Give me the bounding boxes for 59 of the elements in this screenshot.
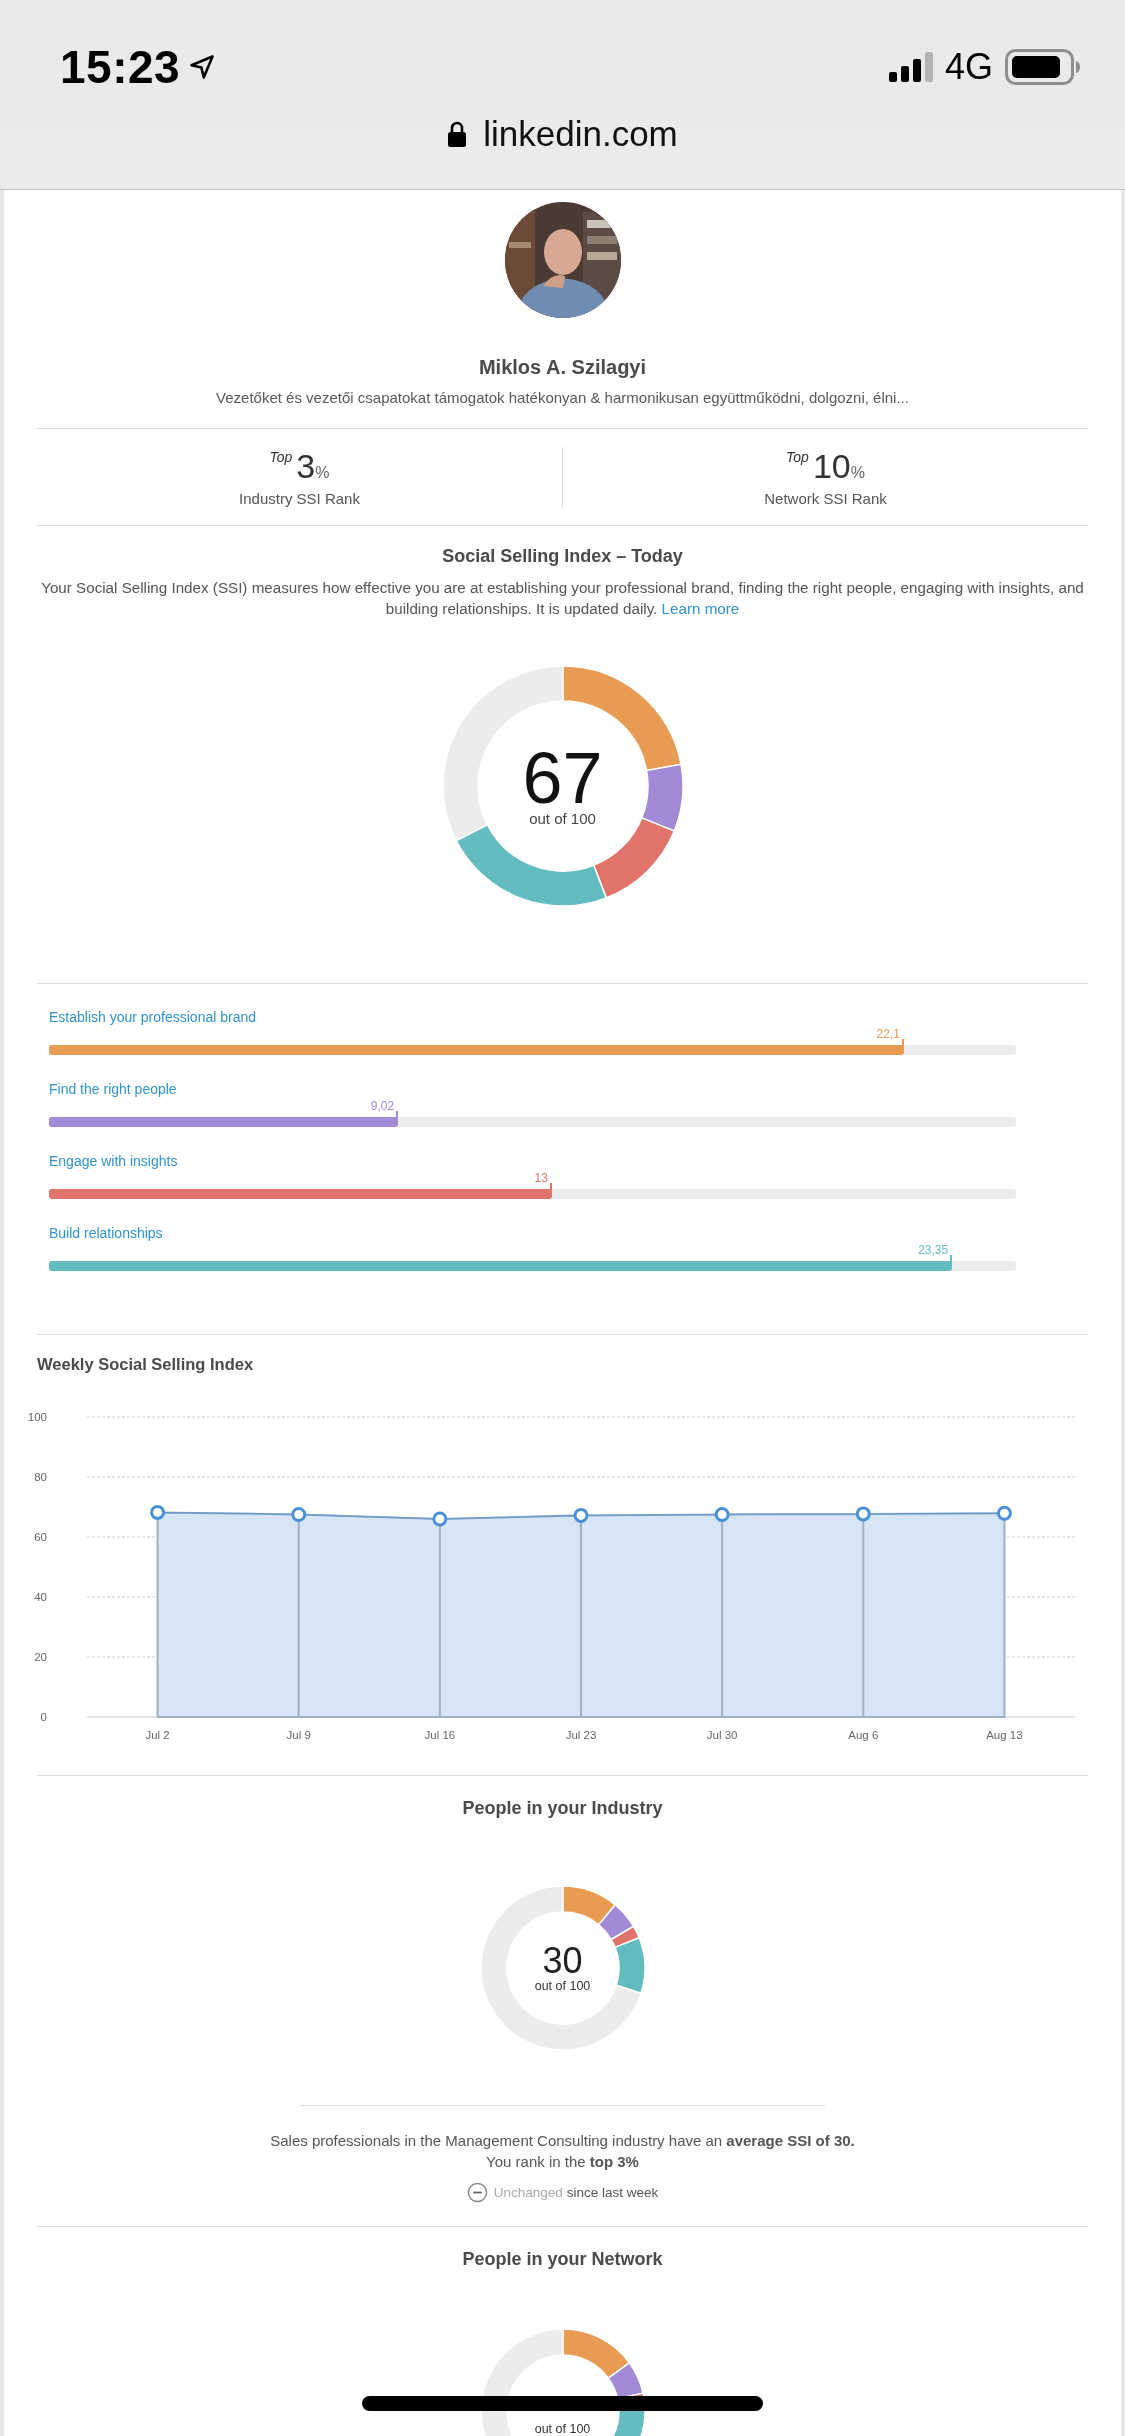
x-axis-label: Aug 13: [986, 1729, 1023, 1741]
home-indicator[interactable]: [362, 2396, 763, 2411]
data-point: [150, 1504, 166, 1520]
fill-marker: [950, 1255, 953, 1263]
ssi-score: 67: [522, 745, 603, 810]
ssi-description: Your Social Selling Index (SSI) measures how effective you are at establishing your professional brand, finding the right people, engaging with insights, and building relationships. It is updated daily. Learn more: [40, 578, 1085, 619]
section-title: People in your Network: [462, 2249, 663, 2270]
data-point: [855, 1506, 871, 1522]
score-caption: out of 100: [534, 2422, 591, 2436]
y-axis-label: 100: [27, 1411, 47, 1423]
fill-marker: [549, 1183, 552, 1191]
data-point: [996, 1505, 1012, 1521]
y-axis-label: 40: [34, 1591, 47, 1603]
data-point: [291, 1507, 307, 1522]
component-label[interactable]: Establish your professional brand: [49, 1009, 256, 1025]
x-axis-label: Jul 2: [145, 1729, 170, 1741]
score-reading: 13: [534, 1171, 548, 1185]
network-type: 4G: [944, 46, 993, 88]
minus-circle-icon: [466, 2182, 488, 2203]
lock-icon: [447, 121, 468, 147]
score-reading: 23,35: [918, 1243, 949, 1257]
fill-marker: [396, 1111, 399, 1119]
rank-label: Industry SSI Rank: [239, 490, 360, 507]
rank-summary: You rank in the top 3%: [486, 2152, 639, 2172]
score-reading: 22,1: [876, 1027, 900, 1041]
signal-icon: [888, 52, 933, 82]
fill-marker: [901, 1039, 904, 1047]
rank-label: Network SSI Rank: [764, 490, 887, 507]
url-text[interactable]: linkedin.com: [483, 114, 678, 154]
component-label[interactable]: Engage with insights: [49, 1153, 178, 1169]
data-point: [573, 1507, 589, 1523]
y-axis-label: 60: [34, 1531, 47, 1543]
status-time: 15:23: [60, 40, 181, 94]
component-label[interactable]: Find the right people: [49, 1081, 177, 1097]
y-axis-label: 20: [34, 1651, 47, 1663]
data-point: [432, 1511, 448, 1527]
x-axis-label: Jul 30: [706, 1729, 738, 1741]
data-point: [714, 1507, 730, 1522]
industry-score: 30: [542, 1943, 583, 1979]
y-axis-label: 0: [40, 1711, 47, 1723]
learn-more-link[interactable]: Learn more: [661, 600, 740, 617]
x-axis-label: Aug 6: [848, 1729, 879, 1741]
y-axis-label: 80: [34, 1471, 47, 1483]
profile-name: Miklos A. Szilagyi: [478, 356, 647, 379]
profile-headline: Vezetőket és vezetői csapatokat támogatok hatékonyan & harmonikusan együttműködni, dolgozni, élni...: [216, 389, 909, 406]
battery-icon: [1005, 49, 1081, 85]
trend-text: Unchanged since last week: [493, 2185, 659, 2200]
score-caption: out of 100: [534, 1979, 591, 1993]
x-axis-label: Jul 9: [286, 1729, 311, 1741]
score-caption: out of 100: [529, 809, 596, 827]
section-title: People in your Industry: [462, 1798, 663, 1819]
location-arrow-icon: [188, 53, 217, 81]
score-reading: 9,02: [370, 1099, 395, 1113]
component-label[interactable]: Build relationships: [49, 1225, 163, 1241]
x-axis-label: Jul 16: [424, 1729, 456, 1741]
x-axis-label: Jul 23: [565, 1729, 597, 1741]
industry-summary: Sales professionals in the Management Consulting industry have an average SSI of 30.: [270, 2131, 855, 2151]
chart-title: Weekly Social Selling Index: [37, 1355, 255, 1374]
section-title: Social Selling Index – Today: [442, 546, 683, 567]
